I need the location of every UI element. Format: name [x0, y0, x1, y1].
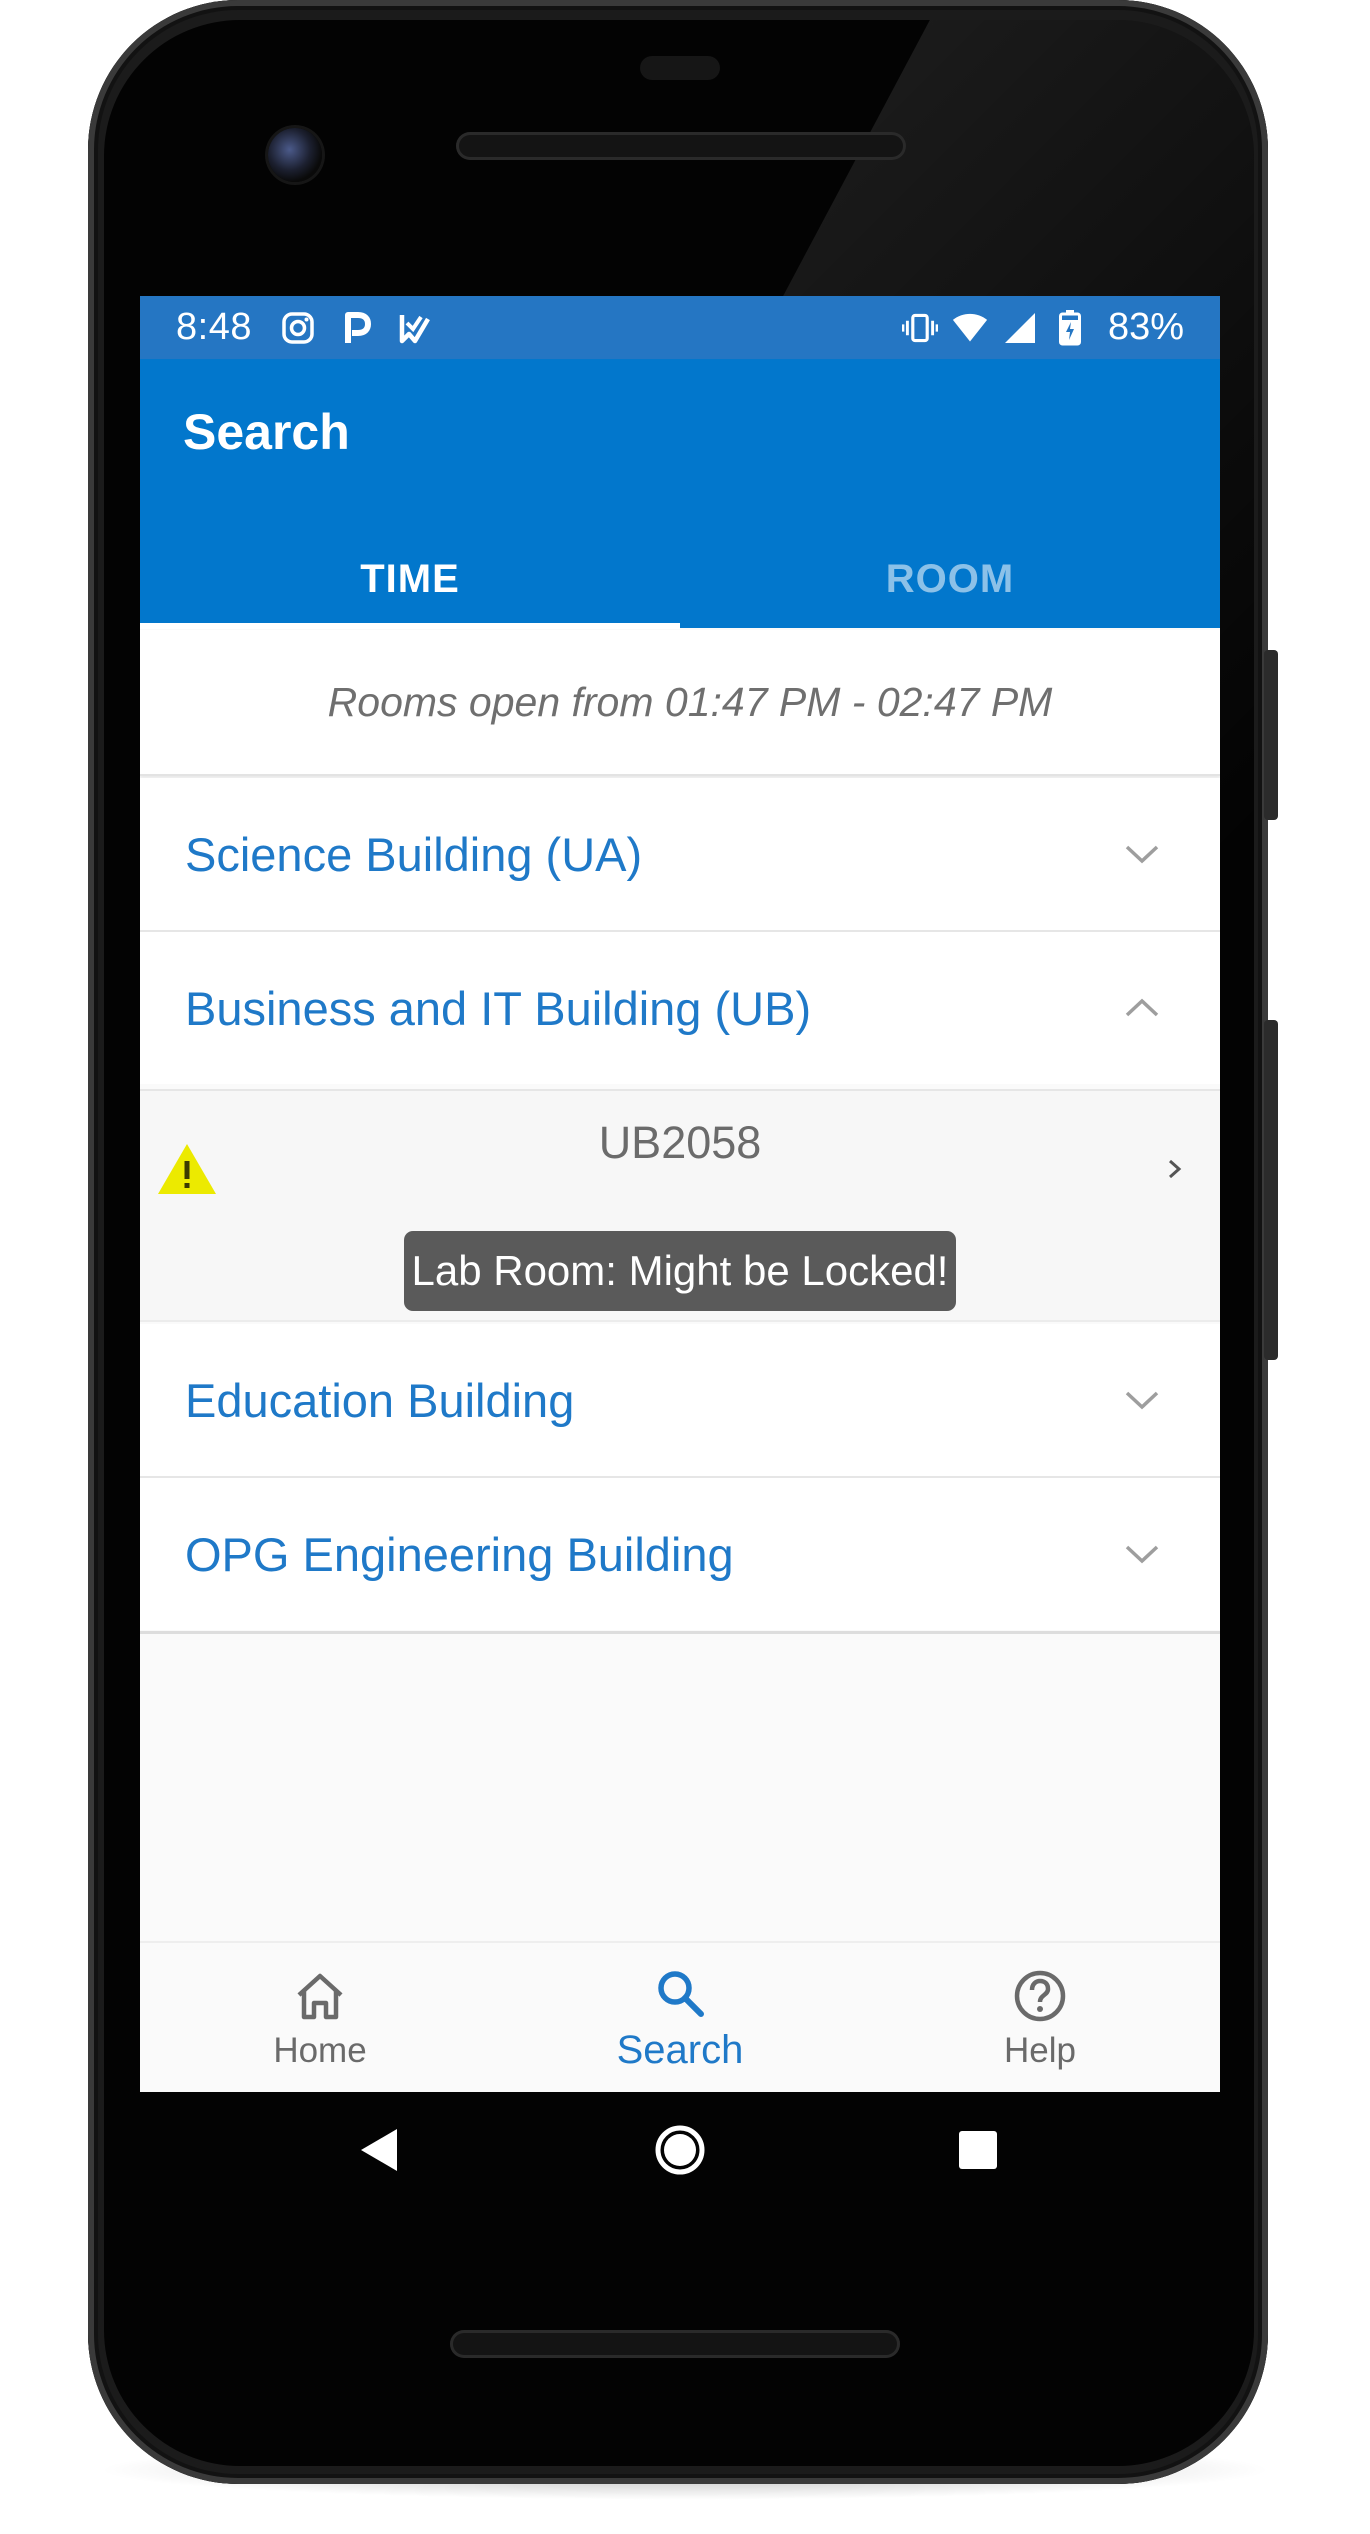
app-bar: Search TIME ROOM [140, 359, 1220, 629]
chevron-down-icon [1122, 1380, 1162, 1420]
building-name: Education Building [185, 1373, 575, 1427]
battery-percent: 83% [1107, 306, 1184, 348]
parking-icon [338, 310, 374, 346]
nav-home[interactable]: Home [140, 1943, 500, 2092]
building-name: OPG Engineering Building [185, 1527, 734, 1581]
bottom-navigation: Home Search Help [140, 1941, 1220, 2092]
power-button [1264, 650, 1278, 820]
earpiece-speaker [456, 132, 906, 160]
nav-help[interactable]: Help [860, 1943, 1220, 2092]
status-right-group: 83% [901, 306, 1184, 349]
wifi-icon [952, 310, 988, 346]
building-name: Science Building (UA) [185, 827, 643, 881]
nav-label: Help [1004, 2030, 1076, 2070]
time-range-banner: Rooms open from 01:47 PM - 02:47 PM [140, 630, 1220, 776]
cell-signal-icon [1002, 310, 1038, 346]
home-icon [291, 1967, 349, 2025]
room-item-ub2058[interactable]: UB2058 Lab Room: Might be Locked! [140, 1089, 1220, 1322]
proximity-sensor [640, 56, 720, 80]
bottom-speaker [450, 2330, 900, 2358]
page-title: Search [183, 404, 350, 460]
building-row-business-it[interactable]: Business and IT Building (UB) [140, 932, 1220, 1084]
app-screen: 8:48 83% Search TIME ROOM Rooms open fro… [140, 296, 1220, 2092]
tab-indicator [140, 623, 680, 629]
task-icon [396, 310, 432, 346]
chevron-down-icon [1122, 1534, 1162, 1574]
building-row-opg-engineering[interactable]: OPG Engineering Building [140, 1478, 1220, 1630]
building-name: Business and IT Building (UB) [185, 981, 812, 1035]
battery-charging-icon [1052, 309, 1088, 346]
building-row-education[interactable]: Education Building [140, 1324, 1220, 1476]
tab-room[interactable]: ROOM [680, 537, 1220, 622]
nav-search[interactable]: Search [500, 1943, 860, 2092]
nav-label: Search [616, 2028, 744, 2072]
tab-time[interactable]: TIME [140, 537, 680, 622]
vibrate-icon [901, 310, 938, 346]
help-icon [1011, 1967, 1069, 2025]
chevron-up-icon [1122, 988, 1162, 1028]
nav-label: Home [273, 2030, 367, 2070]
chevron-right-icon [1160, 1151, 1190, 1187]
lab-room-note: Lab Room: Might be Locked! [404, 1231, 956, 1311]
status-time: 8:48 [176, 306, 252, 348]
front-camera [268, 128, 322, 182]
volume-button [1264, 1020, 1278, 1360]
system-back-button[interactable] [349, 2120, 409, 2180]
search-icon [651, 1964, 709, 2022]
system-recents-button[interactable] [948, 2120, 1008, 2180]
instagram-icon [280, 310, 316, 346]
room-name: UB2058 [598, 1117, 762, 1168]
chevron-down-icon [1122, 834, 1162, 874]
building-row-science[interactable]: Science Building (UA) [140, 778, 1220, 930]
status-bar: 8:48 83% [140, 296, 1220, 359]
system-home-button[interactable] [650, 2120, 710, 2180]
list-end-divider [140, 1631, 1220, 1634]
